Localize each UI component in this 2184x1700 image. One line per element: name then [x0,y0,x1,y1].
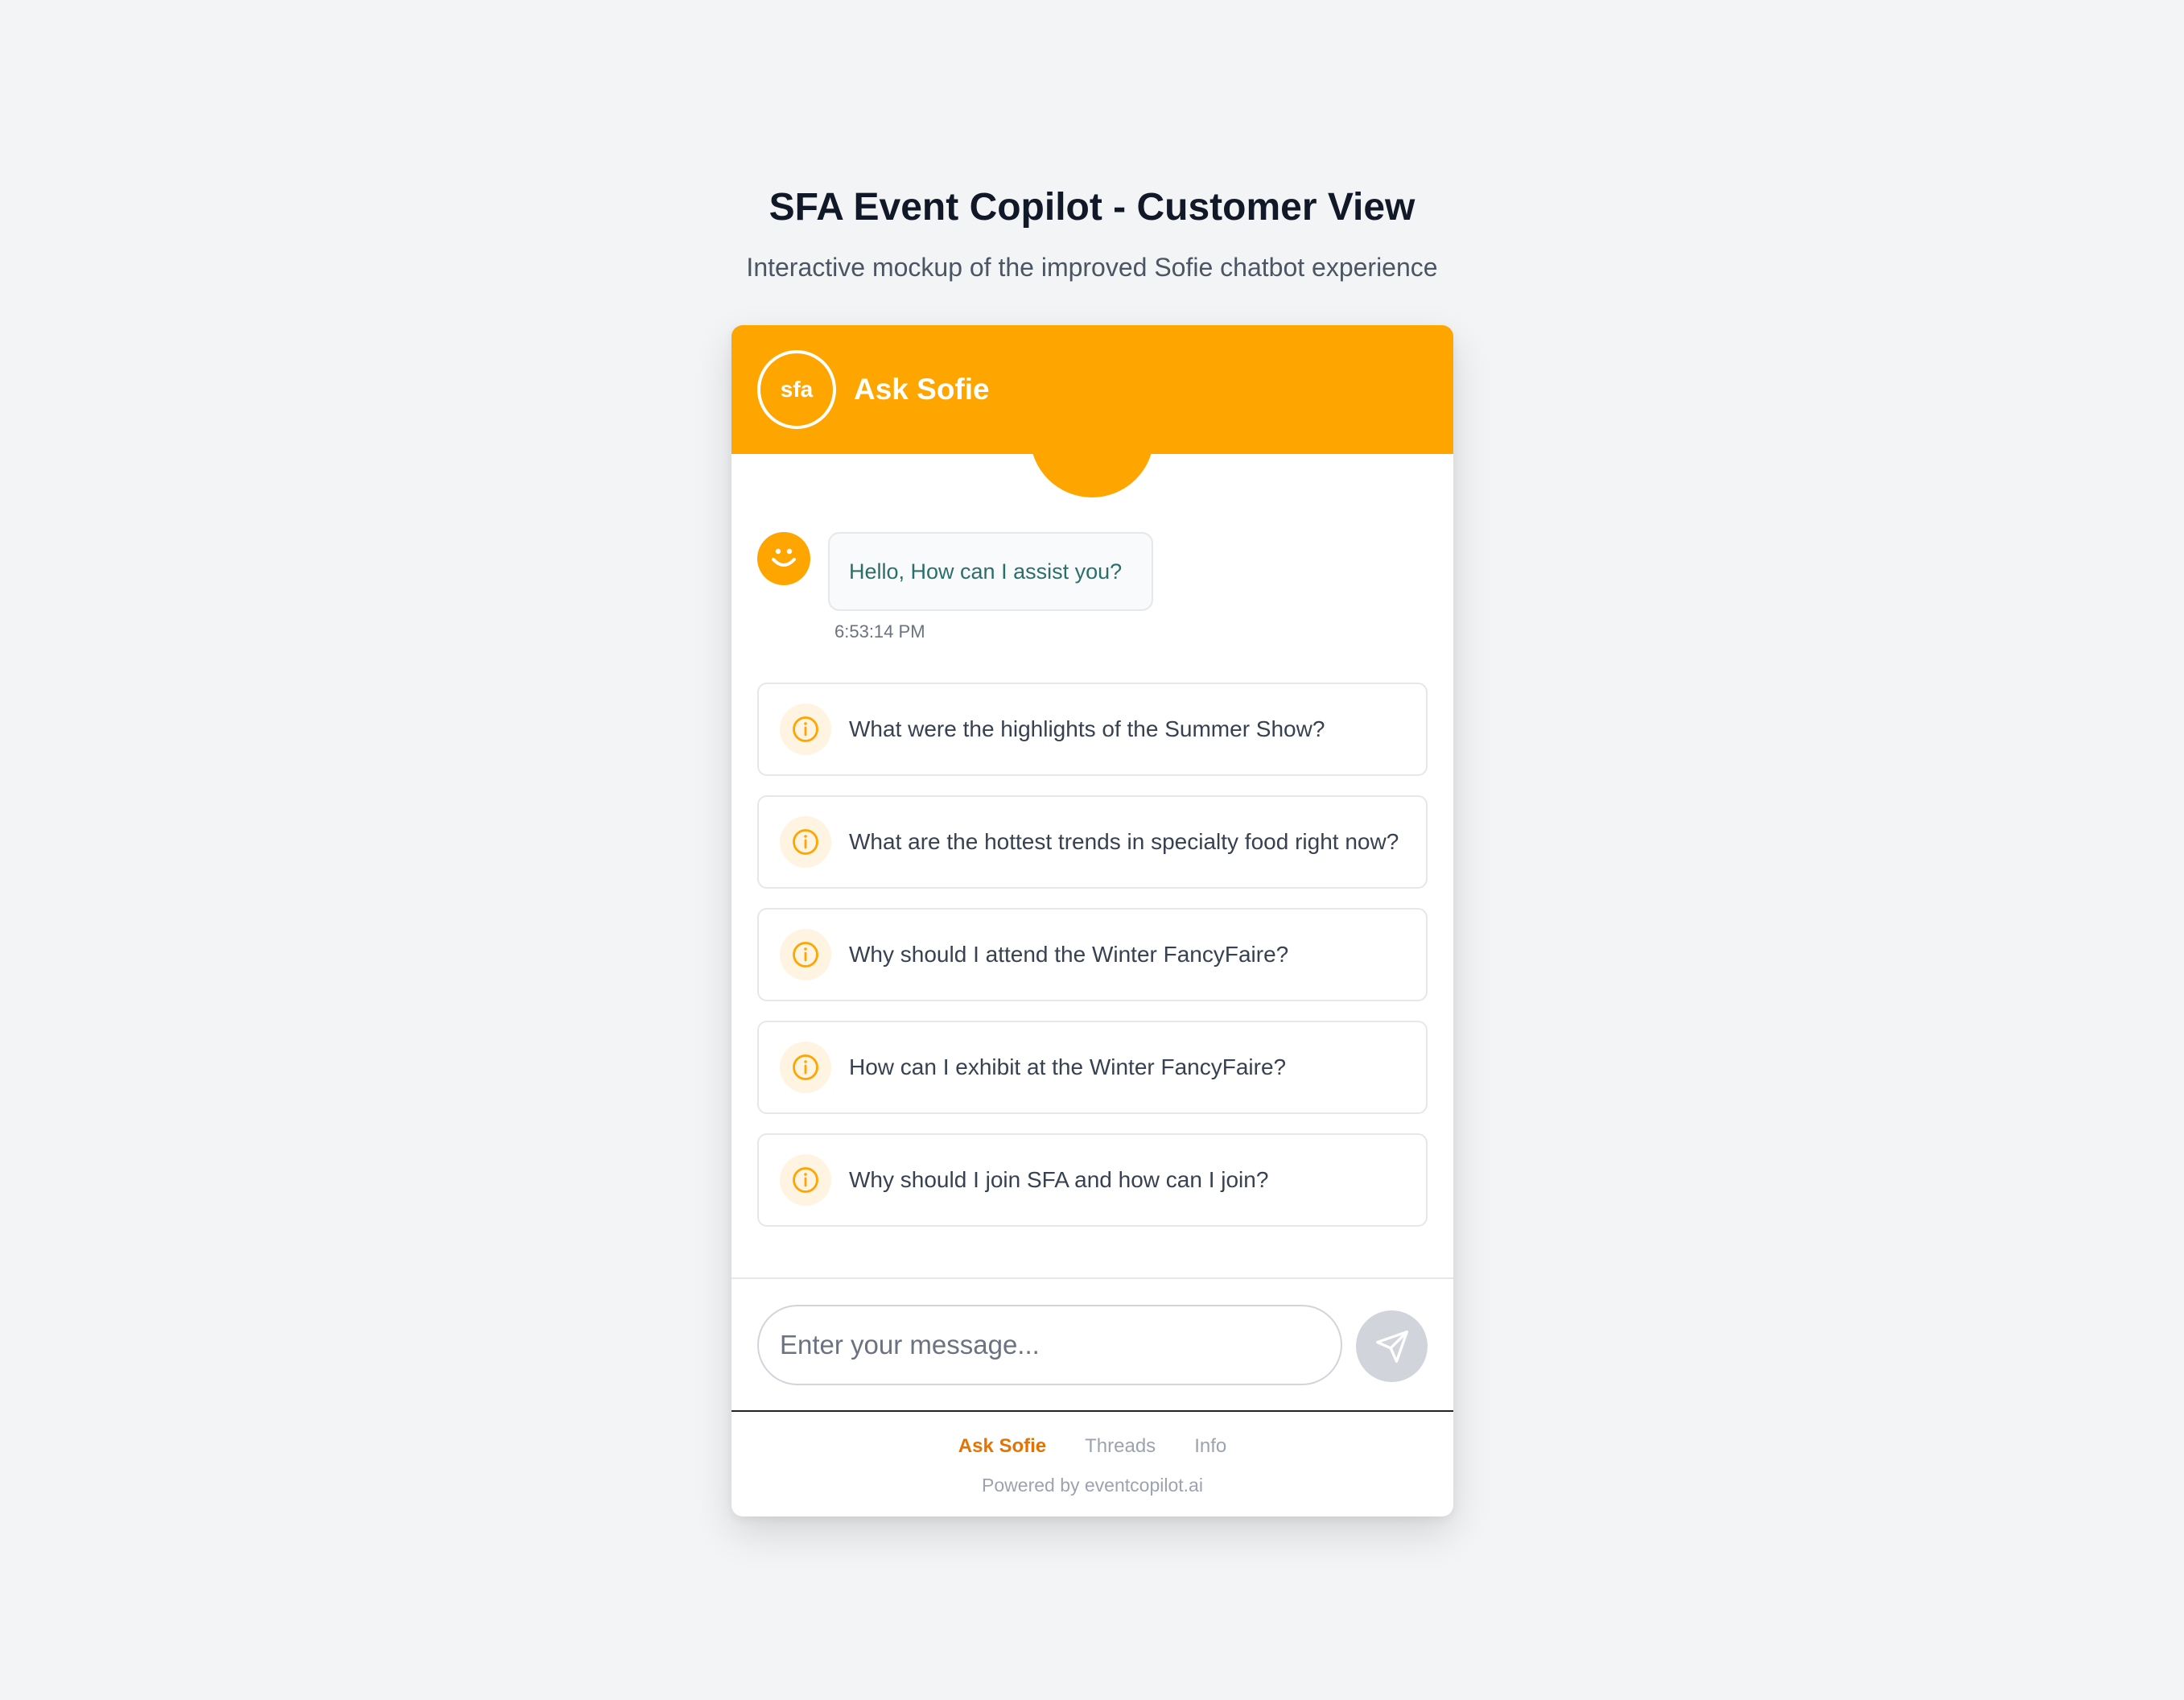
message-timestamp: 6:53:14 PM [834,621,925,642]
bottom-nav: Ask Sofie Threads Info [731,1430,1453,1463]
powered-by-text: Powered by eventcopilot.ai [982,1475,1203,1496]
chat-widget: sfa Ask Sofie Hello, How can I assist yo… [731,325,1453,1516]
nav-threads[interactable]: Threads [1085,1430,1156,1463]
composer-divider [731,1277,1453,1279]
info-icon [780,704,831,755]
suggestion-text: What were the highlights of the Summer S… [849,716,1325,741]
suggestion-text: Why should I attend the Winter FancyFair… [849,942,1289,967]
info-icon [780,1042,831,1093]
info-icon [780,1154,831,1206]
info-icon [780,816,831,868]
nav-ask-sofie[interactable]: Ask Sofie [958,1430,1046,1463]
suggestion-text: What are the hottest trends in specialty… [849,829,1399,854]
message-input[interactable] [757,1305,1342,1385]
sfa-logo: sfa [757,350,836,429]
footer-divider [731,1410,1453,1412]
info-icon [780,929,831,980]
header-decoration [1030,409,1154,497]
suggestion-text: Why should I join SFA and how can I join… [849,1167,1269,1192]
chat-title: Ask Sofie [854,373,990,406]
page-title: SFA Event Copilot - Customer View [769,186,1415,229]
suggestion-button[interactable]: How can I exhibit at the Winter FancyFai… [757,1021,1428,1114]
send-icon [1374,1329,1410,1364]
smiley-face-icon [757,532,810,585]
send-button[interactable] [1356,1310,1428,1382]
suggestion-button[interactable]: Why should I attend the Winter FancyFair… [757,908,1428,1001]
suggestion-button[interactable]: What are the hottest trends in specialty… [757,795,1428,889]
suggestion-button[interactable]: What were the highlights of the Summer S… [757,683,1428,776]
nav-info[interactable]: Info [1194,1430,1226,1463]
bot-message-bubble: Hello, How can I assist you? [828,532,1153,611]
suggestion-text: How can I exhibit at the Winter FancyFai… [849,1054,1287,1079]
suggestion-button[interactable]: Why should I join SFA and how can I join… [757,1133,1428,1227]
page-subtitle: Interactive mockup of the improved Sofie… [746,253,1438,282]
